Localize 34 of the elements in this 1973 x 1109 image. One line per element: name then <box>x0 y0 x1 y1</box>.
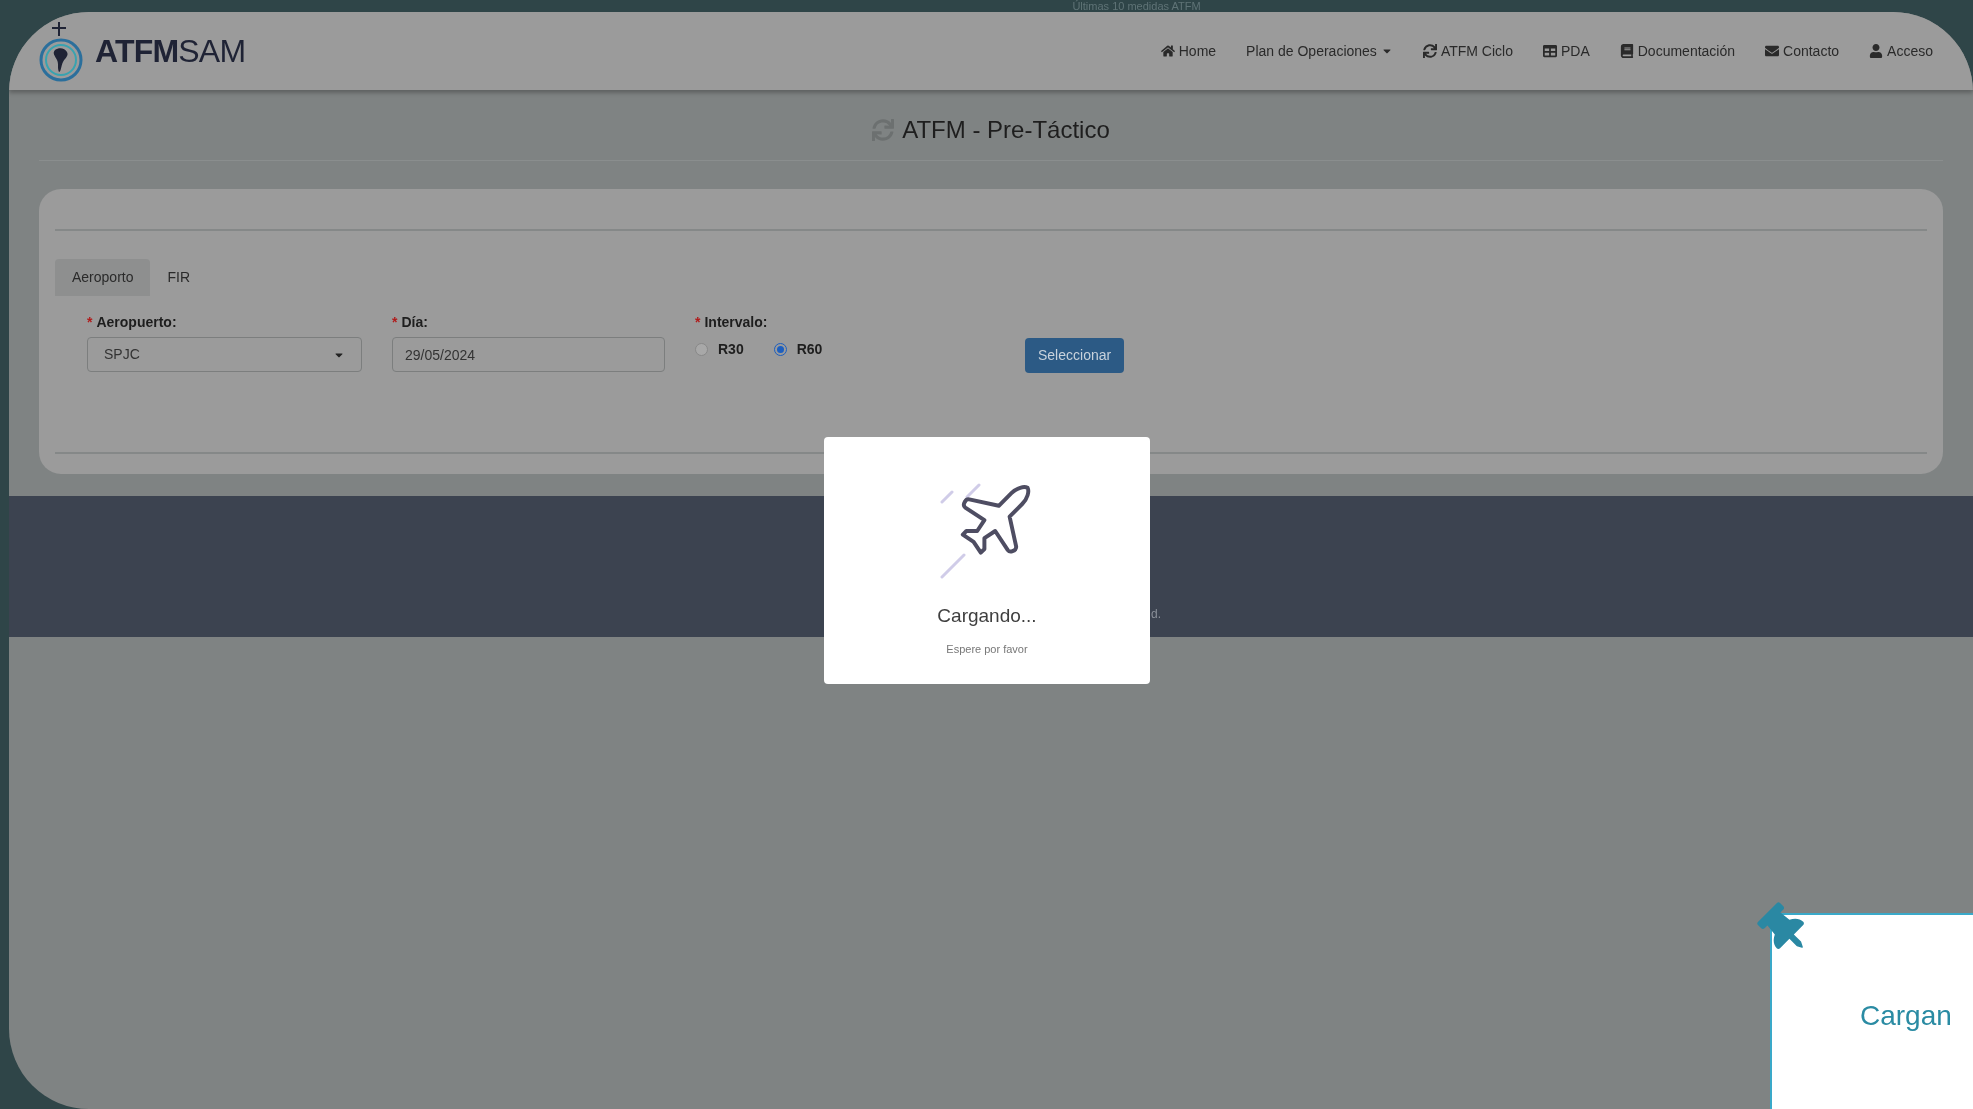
page-title: ATFM - Pre-Táctico <box>902 115 1110 145</box>
airport-select[interactable]: SPJC <box>87 337 362 372</box>
field-label: * Intervalo: <box>695 313 769 332</box>
nav-link[interactable]: Plan de Operaciones <box>1246 40 1393 62</box>
nav-link[interactable]: Acceso <box>1869 40 1933 62</box>
required-mark: * <box>695 314 701 330</box>
radio-label: R30 <box>718 340 744 359</box>
nav-link[interactable]: Home <box>1160 40 1217 62</box>
table-icon <box>1542 44 1557 58</box>
radio-button[interactable] <box>773 343 787 356</box>
radio-label: R60 <box>796 340 823 359</box>
book-icon <box>1619 44 1634 58</box>
envelope-icon <box>1765 44 1780 58</box>
select-button[interactable]: Seleccionar <box>1025 338 1125 373</box>
required-mark: * <box>392 314 398 330</box>
footer-text: d. <box>1151 606 1161 623</box>
nav-link[interactable]: PDA <box>1542 40 1590 62</box>
date-field[interactable]: 29/05/2024 <box>392 337 665 372</box>
nav-link[interactable]: Contacto <box>1765 40 1840 62</box>
user-icon <box>1869 44 1884 58</box>
field-label: * Aeropuerto: <box>87 313 178 332</box>
required-mark: * <box>87 314 93 330</box>
home-icon <box>1160 44 1175 58</box>
tab[interactable]: FIR <box>150 259 208 296</box>
refresh-icon <box>1422 44 1437 58</box>
loading-subtitle: Espere por favor <box>946 641 1028 657</box>
tab[interactable]: Aeroporto <box>55 259 151 296</box>
toast-text: Cargan <box>1860 1000 1952 1031</box>
nav-link[interactable]: ATFM Ciclo <box>1422 40 1513 62</box>
field-label: * Día: <box>392 313 429 332</box>
nav-link[interactable]: Documentación <box>1619 40 1736 62</box>
logo-text: ATFMSAM <box>95 32 246 71</box>
radio-button[interactable] <box>695 343 708 356</box>
loading-title: Cargando... <box>937 604 1037 628</box>
